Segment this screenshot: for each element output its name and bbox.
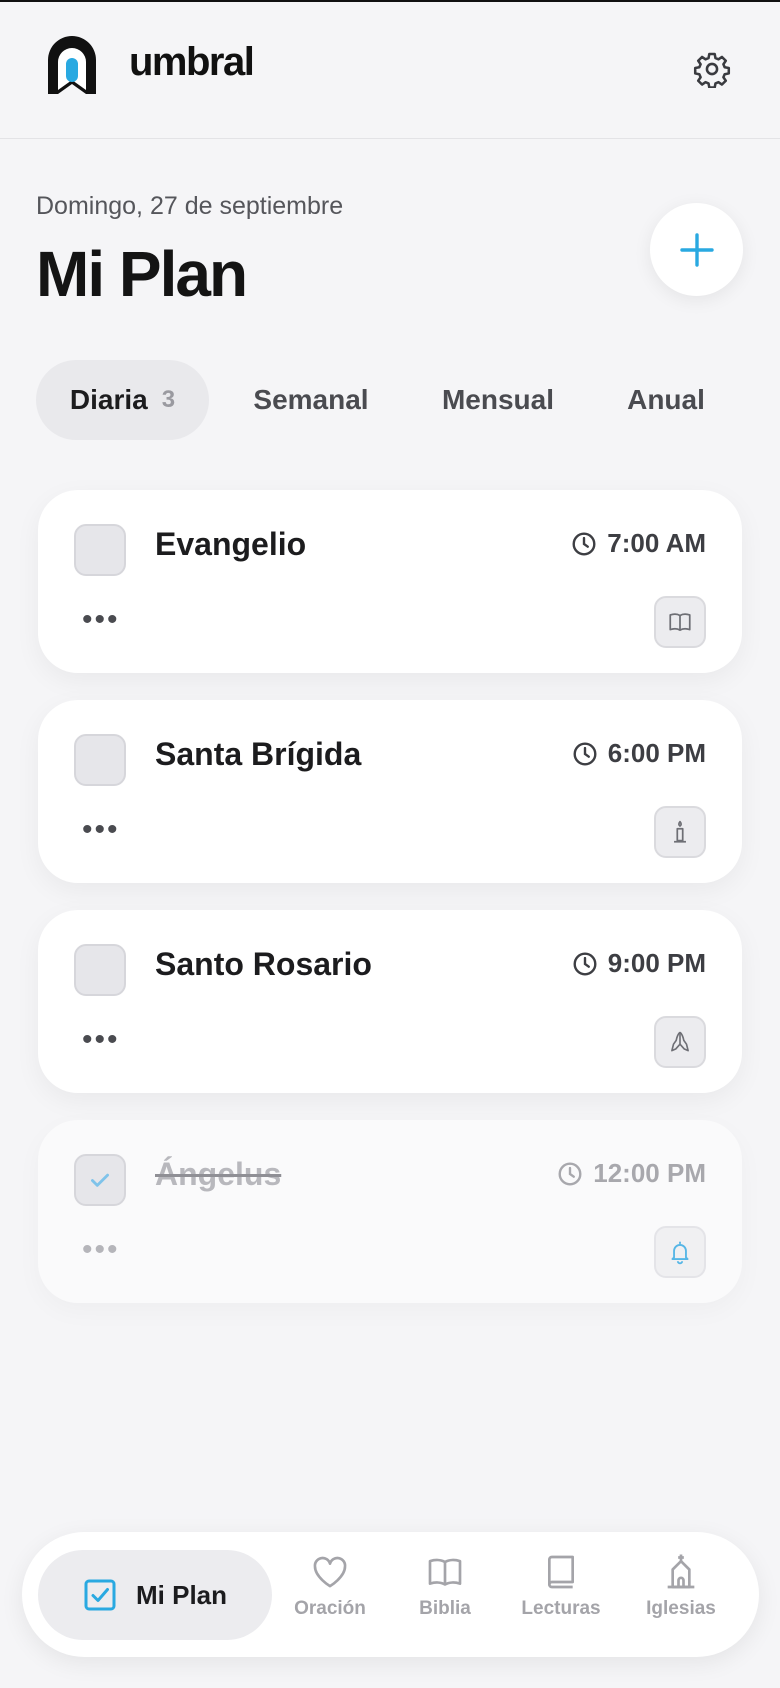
bell-icon: [671, 1241, 689, 1265]
clock-icon: [558, 1162, 582, 1185]
nav-label: Oración: [294, 1598, 366, 1619]
tab-label: Anual: [627, 384, 705, 415]
book-icon: [548, 1555, 574, 1589]
task-card-evangelio[interactable]: Evangelio 7:00 AM •••: [38, 490, 742, 673]
task-card-santo-rosario[interactable]: Santo Rosario 9:00 PM •••: [38, 910, 742, 1093]
task-time-label: 12:00 PM: [593, 1158, 706, 1188]
task-checkbox[interactable]: [74, 944, 126, 996]
more-options-icon[interactable]: •••: [82, 815, 120, 845]
category-badge: [654, 596, 706, 648]
task-title: Evangelio: [155, 526, 307, 562]
nav-oracion[interactable]: Oración: [282, 1552, 378, 1642]
nav-label: Iglesias: [646, 1598, 716, 1619]
task-time: 12:00 PM: [557, 1158, 706, 1189]
tab-label: Mensual: [441, 384, 555, 415]
gear-icon: [693, 52, 731, 88]
task-title: Santo Rosario: [155, 946, 372, 982]
clock-icon: [573, 952, 597, 975]
tab-anual[interactable]: Anual: [616, 360, 716, 440]
category-badge: [654, 806, 706, 858]
umbral-logo-icon: [48, 36, 96, 94]
nav-mi-plan[interactable]: Mi Plan: [38, 1550, 272, 1640]
more-options-icon[interactable]: •••: [82, 605, 120, 635]
top-bar: umbral: [0, 2, 780, 139]
add-task-button[interactable]: [650, 203, 743, 296]
book-icon: [669, 613, 691, 631]
task-title: Santa Brígida: [155, 736, 362, 772]
nav-label: Biblia: [419, 1598, 471, 1619]
period-tabs: Diaria 3 Semanal Mensual Anual: [36, 360, 746, 440]
more-options-icon[interactable]: •••: [82, 1025, 120, 1055]
nav-lecturas[interactable]: Lecturas: [513, 1552, 609, 1642]
task-time: 9:00 PM: [572, 948, 706, 979]
church-icon: [667, 1554, 695, 1589]
task-time: 6:00 PM: [572, 738, 706, 769]
praying-hands-icon: [671, 1031, 689, 1052]
bottom-navigation: Mi Plan Oración Biblia Lecturas Iglesias: [22, 1532, 759, 1657]
task-checkbox[interactable]: [74, 734, 126, 786]
nav-iglesias[interactable]: Iglesias: [633, 1552, 729, 1642]
app-name: umbral: [129, 40, 255, 84]
task-time-label: 6:00 PM: [607, 738, 706, 768]
task-time-label: 9:00 PM: [607, 948, 706, 978]
date-label: Domingo, 27 de septiembre: [36, 192, 344, 220]
settings-button[interactable]: [690, 47, 734, 91]
tab-diaria[interactable]: Diaria 3: [36, 360, 209, 440]
clock-icon: [572, 532, 596, 555]
tab-mensual[interactable]: Mensual: [428, 360, 568, 440]
page-title: Mi Plan: [36, 238, 248, 310]
task-time-label: 7:00 AM: [607, 528, 706, 558]
checkbox-icon: [84, 1579, 116, 1611]
clock-icon: [573, 742, 597, 765]
tab-count-badge: 3: [161, 386, 176, 413]
open-book-icon: [428, 1558, 462, 1586]
candle-icon: [674, 820, 686, 843]
nav-label: Mi Plan: [136, 1579, 228, 1610]
tab-semanal[interactable]: Semanal: [236, 360, 386, 440]
plus-icon: [679, 232, 714, 267]
more-options-icon[interactable]: •••: [82, 1235, 120, 1265]
checkmark-icon: [91, 1173, 109, 1187]
tab-label: Semanal: [253, 384, 369, 415]
category-badge: [654, 1226, 706, 1278]
task-time: 7:00 AM: [571, 528, 706, 559]
task-checkbox[interactable]: [74, 524, 126, 576]
nav-biblia[interactable]: Biblia: [397, 1552, 493, 1642]
nav-label: Lecturas: [521, 1598, 601, 1619]
tab-label: Diaria: [69, 384, 148, 415]
task-card-angelus[interactable]: Ángelus 12:00 PM •••: [38, 1120, 742, 1303]
task-title: Ángelus: [155, 1156, 282, 1192]
task-card-santa-brigida[interactable]: Santa Brígida 6:00 PM •••: [38, 700, 742, 883]
heart-icon: [313, 1556, 347, 1588]
task-checkbox-checked[interactable]: [74, 1154, 126, 1206]
category-badge: [654, 1016, 706, 1068]
